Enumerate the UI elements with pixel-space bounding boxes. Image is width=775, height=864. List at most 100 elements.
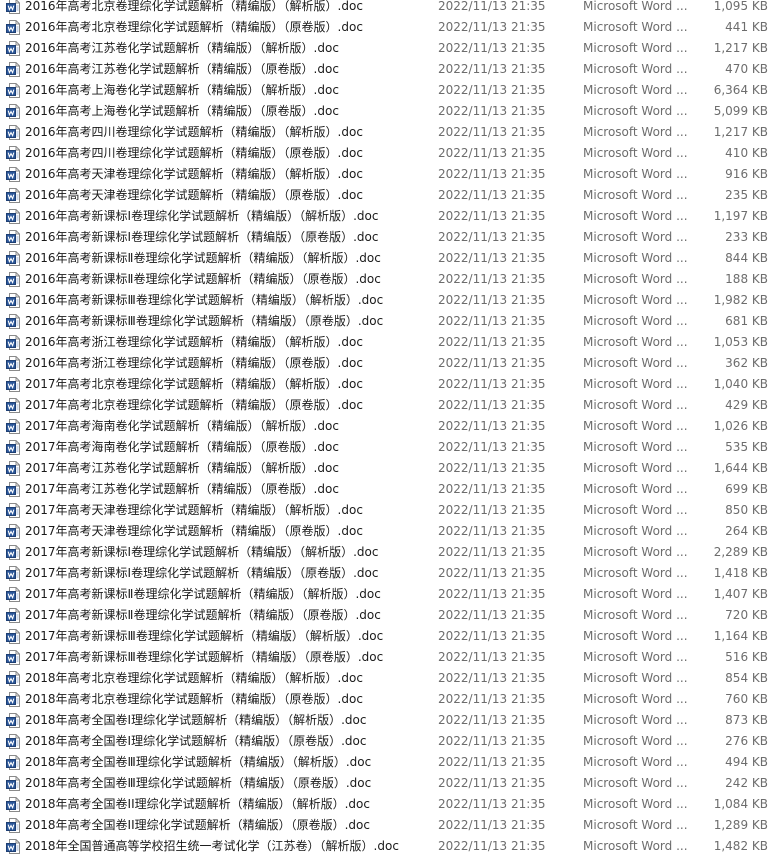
file-row[interactable]: 2018年高考全国卷II理综化学试题解析（精编版）（解析版）.doc 2022/1… bbox=[0, 794, 775, 815]
file-row[interactable]: 2016年高考浙江卷理综化学试题解析（精编版）（解析版）.doc 2022/11/… bbox=[0, 332, 775, 353]
file-row[interactable]: 2018年高考全国卷Ⅲ理综化学试题解析（精编版）（解析版）.doc 2022/11… bbox=[0, 752, 775, 773]
file-name: 2017年高考江苏卷化学试题解析（精编版）（解析版）.doc bbox=[25, 461, 339, 475]
word-document-icon bbox=[6, 461, 20, 476]
file-row[interactable]: 2016年高考新课标Ⅲ卷理综化学试题解析（精编版）（解析版）.doc 2022/1… bbox=[0, 290, 775, 311]
file-row[interactable]: 2016年高考新课标Ⅱ卷理综化学试题解析（精编版）（解析版）.doc 2022/1… bbox=[0, 248, 775, 269]
file-row[interactable]: 2017年高考海南卷化学试题解析（精编版）（原卷版）.doc 2022/11/13… bbox=[0, 437, 775, 458]
file-type: Microsoft Word ... bbox=[583, 503, 688, 517]
file-row[interactable]: 2016年高考四川卷理综化学试题解析（精编版）（原卷版）.doc 2022/11/… bbox=[0, 143, 775, 164]
file-row[interactable]: 2016年高考新课标Ⅱ卷理综化学试题解析（精编版）（原卷版）.doc 2022/1… bbox=[0, 269, 775, 290]
file-name: 2017年高考海南卷化学试题解析（精编版）（原卷版）.doc bbox=[25, 440, 339, 454]
file-row[interactable]: 2017年高考天津卷理综化学试题解析（精编版）（原卷版）.doc 2022/11/… bbox=[0, 521, 775, 542]
file-modified-date: 2022/11/13 21:35 bbox=[438, 209, 546, 223]
file-row[interactable]: 2018年高考北京卷理综化学试题解析（精编版）（解析版）.doc 2022/11/… bbox=[0, 668, 775, 689]
file-size: 844 KB bbox=[725, 251, 768, 265]
file-size: 235 KB bbox=[725, 188, 768, 202]
file-modified-date: 2022/11/13 21:35 bbox=[438, 713, 546, 727]
file-name: 2016年高考四川卷理综化学试题解析（精编版）（解析版）.doc bbox=[25, 125, 363, 139]
file-row[interactable]: 2016年高考江苏卷化学试题解析（精编版）（原卷版）.doc 2022/11/13… bbox=[0, 59, 775, 80]
file-name: 2018年高考全国卷II理综化学试题解析（精编版）（解析版）.doc bbox=[25, 797, 370, 811]
file-type: Microsoft Word ... bbox=[583, 188, 688, 202]
file-row[interactable]: 2016年高考上海卷化学试题解析（精编版）（解析版）.doc 2022/11/13… bbox=[0, 80, 775, 101]
file-row[interactable]: 2017年高考海南卷化学试题解析（精编版）（解析版）.doc 2022/11/13… bbox=[0, 416, 775, 437]
file-size: 494 KB bbox=[725, 755, 768, 769]
file-modified-date: 2022/11/13 21:35 bbox=[438, 650, 546, 664]
file-row[interactable]: 2016年高考江苏卷化学试题解析（精编版）（解析版）.doc 2022/11/13… bbox=[0, 38, 775, 59]
file-type: Microsoft Word ... bbox=[583, 335, 688, 349]
word-document-icon bbox=[6, 503, 20, 518]
word-document-icon bbox=[6, 713, 20, 728]
file-size: 1,197 KB bbox=[713, 209, 768, 223]
file-row[interactable]: 2017年高考北京卷理综化学试题解析（精编版）（解析版）.doc 2022/11/… bbox=[0, 374, 775, 395]
file-row[interactable]: 2017年高考江苏卷化学试题解析（精编版）（原卷版）.doc 2022/11/13… bbox=[0, 479, 775, 500]
file-name: 2017年高考新课标Ⅱ卷理综化学试题解析（精编版）（原卷版）.doc bbox=[25, 608, 381, 622]
file-name: 2018年高考全国卷Ⅰ理综化学试题解析（精编版）（解析版）.doc bbox=[25, 713, 367, 727]
file-type: Microsoft Word ... bbox=[583, 461, 688, 475]
word-document-icon bbox=[6, 335, 20, 350]
file-row[interactable]: 2016年高考四川卷理综化学试题解析（精编版）（解析版）.doc 2022/11/… bbox=[0, 122, 775, 143]
file-type: Microsoft Word ... bbox=[583, 650, 688, 664]
file-size: 1,084 KB bbox=[713, 797, 768, 811]
word-document-icon bbox=[6, 482, 20, 497]
file-name: 2018年高考全国卷Ⅰ理综化学试题解析（精编版）（原卷版）.doc bbox=[25, 734, 367, 748]
file-type: Microsoft Word ... bbox=[583, 818, 688, 832]
file-row[interactable]: 2016年高考新课标Ⅲ卷理综化学试题解析（精编版）（原卷版）.doc 2022/1… bbox=[0, 311, 775, 332]
file-row[interactable]: 2016年高考新课标Ⅰ卷理综化学试题解析（精编版）（原卷版）.doc 2022/1… bbox=[0, 227, 775, 248]
file-row[interactable]: 2016年高考北京卷理综化学试题解析（精编版）（解析版）.doc 2022/11/… bbox=[0, 0, 775, 17]
file-type: Microsoft Word ... bbox=[583, 20, 688, 34]
word-document-icon bbox=[6, 251, 20, 266]
file-size: 1,644 KB bbox=[713, 461, 768, 475]
file-size: 362 KB bbox=[725, 356, 768, 370]
file-row[interactable]: 2018年高考全国卷Ⅰ理综化学试题解析（精编版）（原卷版）.doc 2022/11… bbox=[0, 731, 775, 752]
file-name: 2017年高考新课标Ⅲ卷理综化学试题解析（精编版）（解析版）.doc bbox=[25, 629, 384, 643]
file-modified-date: 2022/11/13 21:35 bbox=[438, 482, 546, 496]
word-document-icon bbox=[6, 755, 20, 770]
file-type: Microsoft Word ... bbox=[583, 755, 688, 769]
file-modified-date: 2022/11/13 21:35 bbox=[438, 251, 546, 265]
file-size: 1,289 KB bbox=[713, 818, 768, 832]
file-size: 1,982 KB bbox=[713, 293, 768, 307]
file-row[interactable]: 2018年全国普通高等学校招生统一考试化学（江苏卷）（解析版）.doc 2022/… bbox=[0, 836, 775, 857]
file-row[interactable]: 2016年高考浙江卷理综化学试题解析（精编版）（原卷版）.doc 2022/11/… bbox=[0, 353, 775, 374]
file-type: Microsoft Word ... bbox=[583, 671, 688, 685]
file-type: Microsoft Word ... bbox=[583, 608, 688, 622]
file-row[interactable]: 2017年高考天津卷理综化学试题解析（精编版）（解析版）.doc 2022/11/… bbox=[0, 500, 775, 521]
file-row[interactable]: 2018年高考全国卷Ⅰ理综化学试题解析（精编版）（解析版）.doc 2022/11… bbox=[0, 710, 775, 731]
file-row[interactable]: 2017年高考新课标Ⅲ卷理综化学试题解析（精编版）（解析版）.doc 2022/1… bbox=[0, 626, 775, 647]
file-row[interactable]: 2016年高考北京卷理综化学试题解析（精编版）（原卷版）.doc 2022/11/… bbox=[0, 17, 775, 38]
file-row[interactable]: 2017年高考江苏卷化学试题解析（精编版）（解析版）.doc 2022/11/13… bbox=[0, 458, 775, 479]
file-row[interactable]: 2017年高考北京卷理综化学试题解析（精编版）（原卷版）.doc 2022/11/… bbox=[0, 395, 775, 416]
file-row[interactable]: 2018年高考全国卷Ⅲ理综化学试题解析（精编版）（原卷版）.doc 2022/11… bbox=[0, 773, 775, 794]
file-type: Microsoft Word ... bbox=[583, 776, 688, 790]
word-document-icon bbox=[6, 797, 20, 812]
file-type: Microsoft Word ... bbox=[583, 566, 688, 580]
file-row[interactable]: 2018年高考全国卷II理综化学试题解析（精编版）（原卷版）.doc 2022/1… bbox=[0, 815, 775, 836]
file-type: Microsoft Word ... bbox=[583, 83, 688, 97]
file-row[interactable]: 2016年高考新课标Ⅰ卷理综化学试题解析（精编版）（解析版）.doc 2022/1… bbox=[0, 206, 775, 227]
file-size: 276 KB bbox=[725, 734, 768, 748]
file-type: Microsoft Word ... bbox=[583, 629, 688, 643]
file-row[interactable]: 2018年高考北京卷理综化学试题解析（精编版）（原卷版）.doc 2022/11/… bbox=[0, 689, 775, 710]
file-row[interactable]: 2017年高考新课标Ⅲ卷理综化学试题解析（精编版）（原卷版）.doc 2022/1… bbox=[0, 647, 775, 668]
file-row[interactable]: 2016年高考天津卷理综化学试题解析（精编版）（原卷版）.doc 2022/11/… bbox=[0, 185, 775, 206]
file-row[interactable]: 2017年高考新课标Ⅰ卷理综化学试题解析（精编版）（解析版）.doc 2022/1… bbox=[0, 542, 775, 563]
file-modified-date: 2022/11/13 21:35 bbox=[438, 440, 546, 454]
file-row[interactable]: 2016年高考天津卷理综化学试题解析（精编版）（解析版）.doc 2022/11/… bbox=[0, 164, 775, 185]
file-row[interactable]: 2017年高考新课标Ⅱ卷理综化学试题解析（精编版）（原卷版）.doc 2022/1… bbox=[0, 605, 775, 626]
file-name: 2017年高考北京卷理综化学试题解析（精编版）（解析版）.doc bbox=[25, 377, 363, 391]
file-size: 1,164 KB bbox=[713, 629, 768, 643]
file-row[interactable]: 2017年高考新课标Ⅰ卷理综化学试题解析（精编版）（原卷版）.doc 2022/1… bbox=[0, 563, 775, 584]
file-type: Microsoft Word ... bbox=[583, 482, 688, 496]
file-name: 2016年高考新课标Ⅲ卷理综化学试题解析（精编版）（原卷版）.doc bbox=[25, 314, 384, 328]
file-row[interactable]: 2016年高考上海卷化学试题解析（精编版）（原卷版）.doc 2022/11/13… bbox=[0, 101, 775, 122]
word-document-icon bbox=[6, 377, 20, 392]
file-list: 2016年高考北京卷理综化学试题解析（精编版）（解析版）.doc 2022/11/… bbox=[0, 0, 775, 864]
word-document-icon bbox=[6, 104, 20, 119]
file-name: 2018年高考全国卷II理综化学试题解析（精编版）（原卷版）.doc bbox=[25, 818, 370, 832]
file-size: 1,217 KB bbox=[713, 125, 768, 139]
file-size: 1,040 KB bbox=[713, 377, 768, 391]
file-size: 429 KB bbox=[725, 398, 768, 412]
file-type: Microsoft Word ... bbox=[583, 734, 688, 748]
file-row[interactable]: 2017年高考新课标Ⅱ卷理综化学试题解析（精编版）（解析版）.doc 2022/1… bbox=[0, 584, 775, 605]
file-size: 850 KB bbox=[725, 503, 768, 517]
